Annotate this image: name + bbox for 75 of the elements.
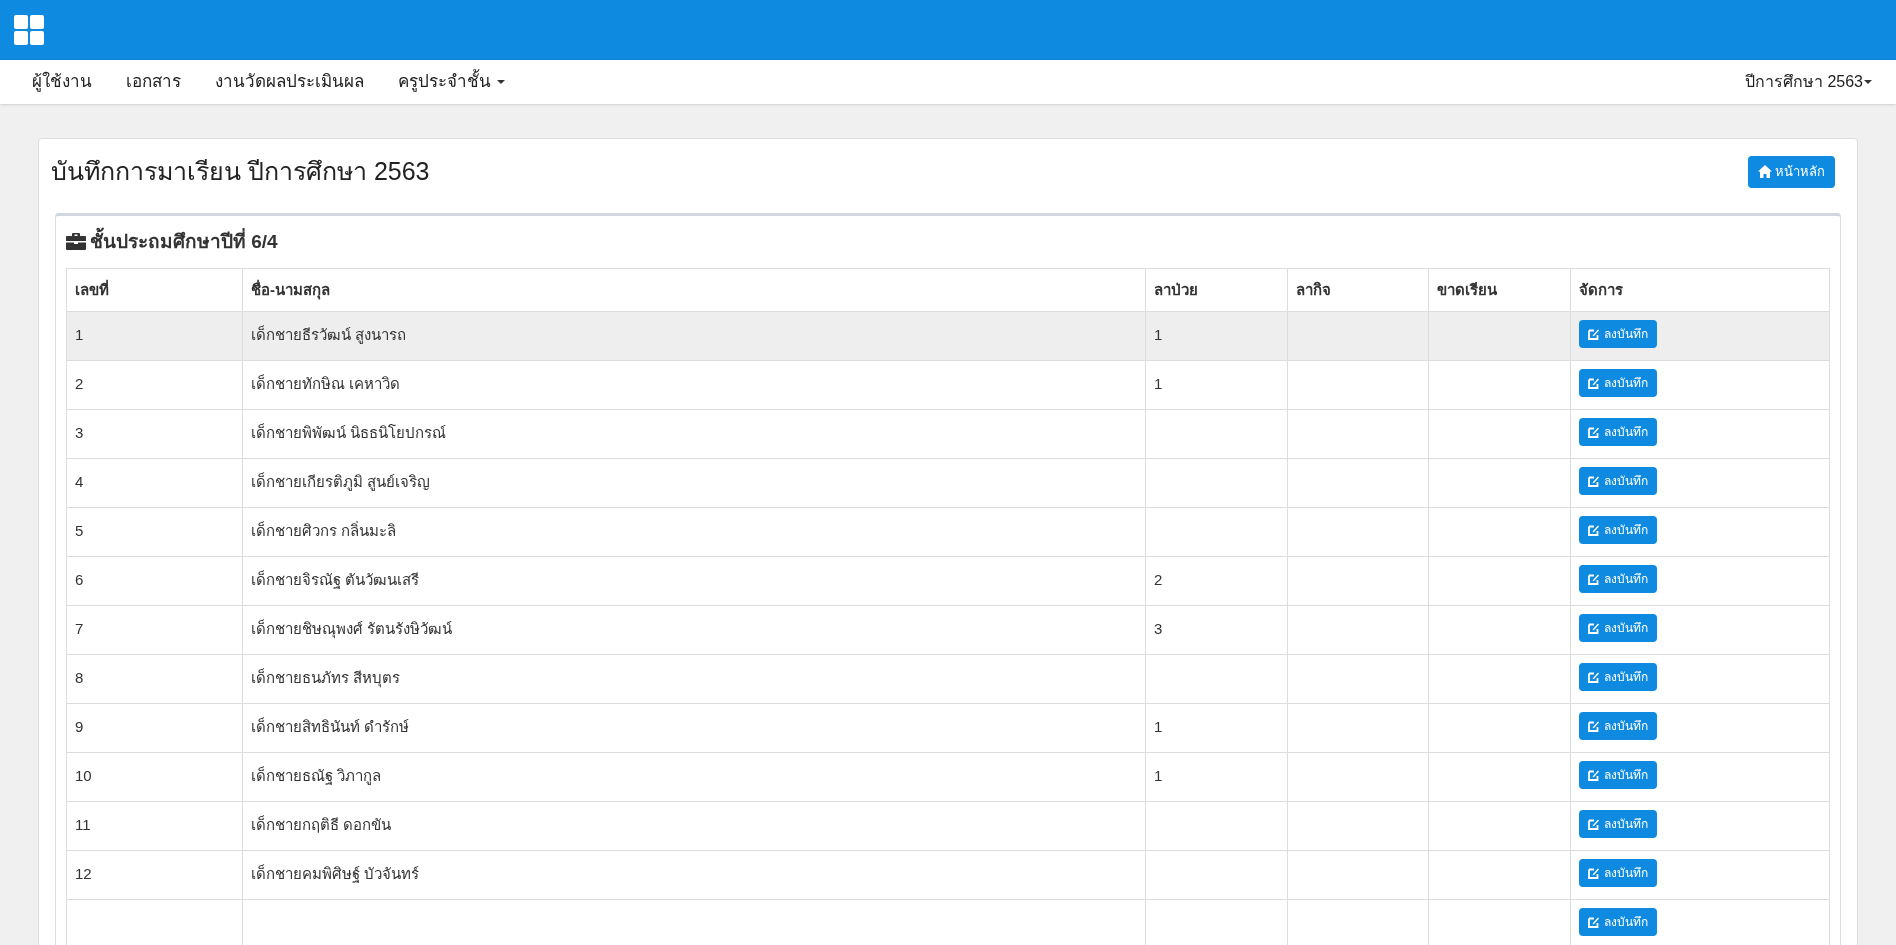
table-cell: เด็กชายคมพิศิษฐ์ บัวจันทร์: [251, 865, 420, 882]
nav-item[interactable]: เอกสาร: [126, 69, 181, 95]
record-button[interactable]: ลงบันทึก: [1579, 467, 1657, 495]
edit-icon: [1588, 377, 1600, 389]
edit-icon: [1588, 818, 1600, 830]
record-button[interactable]: ลงบันทึก: [1579, 761, 1657, 789]
edit-icon: [1588, 573, 1600, 585]
record-button[interactable]: ลงบันทึก: [1579, 369, 1657, 397]
edit-icon: [1588, 720, 1600, 732]
table-cell: เด็กชายชิษณุพงศ์ รัตนรังษิวัฒน์: [251, 620, 453, 637]
table-cell: 9: [75, 718, 84, 735]
edit-icon: [1588, 671, 1600, 683]
edit-icon: [1588, 426, 1600, 438]
highlighted-row[interactable]: 1 เด็กชายธีรวัฒน์ สูงนารถ 1 ลงบันทึก: [66, 311, 1830, 361]
column-header: ชื่อ-นามสกุล: [251, 280, 330, 298]
column-header: เลขที่: [75, 280, 109, 298]
table-cell: เด็กชายสิทธินันท์ ดำรักษ์: [251, 718, 410, 735]
record-button[interactable]: ลงบันทึก: [1579, 516, 1657, 544]
edit-icon: [1588, 524, 1600, 536]
home-icon: [1758, 165, 1772, 179]
edit-icon: [1588, 475, 1600, 487]
record-button[interactable]: ลงบันทึก: [1579, 565, 1657, 593]
record-button[interactable]: ลงบันทึก: [1579, 614, 1657, 642]
table-cell: 1: [1154, 767, 1163, 784]
table-cell: 5: [75, 522, 84, 539]
table-cell: เด็กชายศิวกร กลิ่นมะลิ: [251, 522, 397, 539]
table-cell: เด็กชายธนภัทร สีหบุตร: [251, 669, 401, 686]
edit-icon: [1588, 328, 1600, 340]
edit-icon: [1588, 916, 1600, 928]
nav-item[interactable]: งานวัดผลประเมินผล: [215, 69, 364, 95]
caret-icon: [1864, 80, 1872, 84]
page-title: บันทึกการมาเรียน ปีการศึกษา 2563: [50, 156, 430, 187]
table-cell: 7: [75, 620, 84, 637]
nav-item[interactable]: ผู้ใช้งาน: [32, 69, 92, 95]
table-cell: เด็กชายจิรณัฐ ตันวัฒนเสรี: [251, 571, 420, 588]
table-cell: เด็กชายเกียรติภูมิ สูนย์เจริญ: [251, 473, 431, 490]
table-cell: 1: [1154, 375, 1163, 392]
edit-icon: [1588, 622, 1600, 634]
table-cell: 6: [75, 571, 84, 588]
table-cell: 3: [75, 424, 84, 441]
record-button[interactable]: ลงบันทึก: [1579, 810, 1657, 838]
table-cell: เด็กชายธณัฐ วิภากูล: [251, 767, 382, 784]
table-cell: 2: [75, 375, 84, 392]
home-button[interactable]: หน้าหลัก: [1748, 156, 1835, 188]
column-header: จัดการ: [1579, 280, 1623, 298]
edit-icon: [1588, 769, 1600, 781]
column-header: ขาดเรียน: [1437, 280, 1497, 298]
table-cell: 3: [1154, 620, 1163, 637]
table-cell: เด็กชายกฤติธี ดอกขัน: [251, 816, 392, 833]
year-menu[interactable]: ปีการศึกษา 2563: [1744, 70, 1872, 94]
table-cell: 10: [75, 767, 92, 784]
record-button[interactable]: ลงบันทึก: [1579, 418, 1657, 446]
table-cell: 2: [1154, 571, 1163, 588]
table-cell: 1: [75, 326, 84, 343]
table-cell: เด็กชายทักษิณ เคหาวิด: [251, 375, 401, 392]
table-cell: 1: [1154, 326, 1163, 343]
table-cell: เด็กชายธีรวัฒน์ สูงนารถ: [251, 326, 407, 343]
table-cell: 8: [75, 669, 84, 686]
nav-item[interactable]: ครูประจำชั้น: [398, 69, 505, 95]
column-header: ลากิจ: [1296, 280, 1331, 298]
record-button[interactable]: ลงบันทึก: [1579, 320, 1657, 348]
record-button[interactable]: ลงบันทึก: [1579, 859, 1657, 887]
table-cell: 4: [75, 473, 84, 490]
record-button[interactable]: ลงบันทึก: [1579, 908, 1657, 936]
table-cell: เด็กชายพิพัฒน์ นิธธนิโยปกรณ์: [251, 424, 447, 441]
table-cell: 1: [1154, 718, 1163, 735]
grid-icon[interactable]: [14, 15, 44, 45]
record-button[interactable]: ลงบันทึก: [1579, 663, 1657, 691]
edit-icon: [1588, 867, 1600, 879]
table-cell: 12: [75, 865, 92, 882]
record-button[interactable]: ลงบันทึก: [1579, 712, 1657, 740]
table-cell: 11: [75, 816, 91, 833]
class-heading: ชั้นประถมศึกษาปีที่ 6/4: [90, 227, 278, 256]
briefcase-icon: [66, 233, 86, 251]
column-header: ลาป่วย: [1154, 280, 1198, 298]
